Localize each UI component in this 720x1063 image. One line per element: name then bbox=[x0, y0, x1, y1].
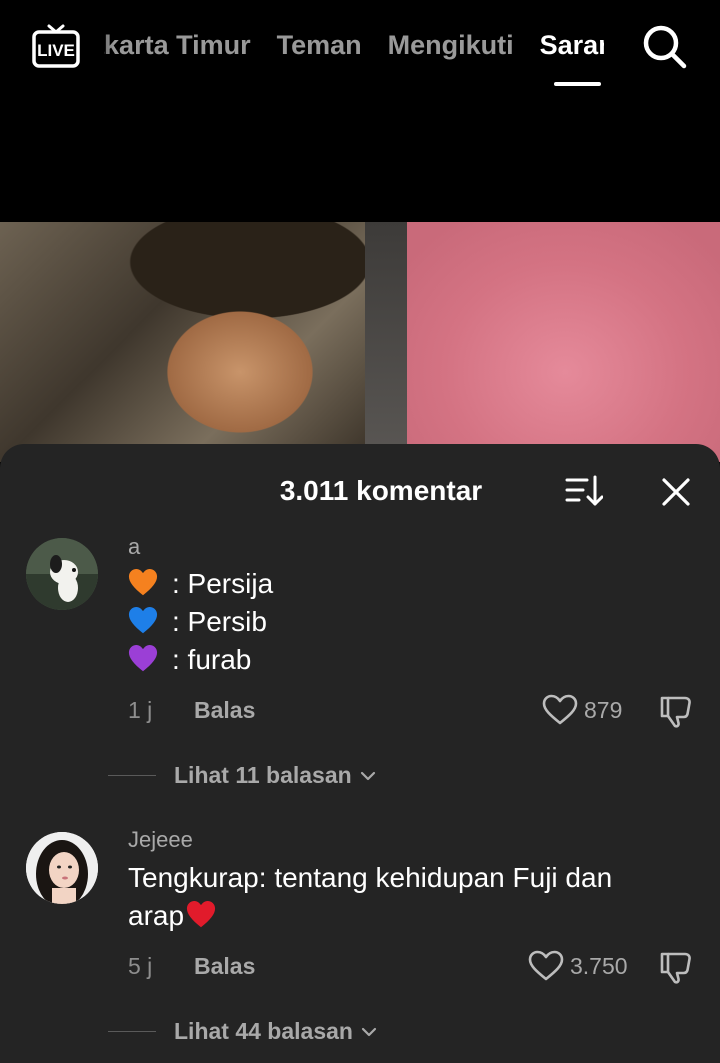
reply-button[interactable]: Balas bbox=[194, 953, 255, 980]
top-navigation: LIVE Jakarta Timur Teman Mengikuti Saran bbox=[0, 0, 720, 222]
comments-sheet: 3.011 komentar a : Persija: Persib: fu… bbox=[0, 444, 720, 1063]
tab-mengikuti[interactable]: Mengikuti bbox=[388, 30, 514, 61]
comment-username[interactable]: a bbox=[128, 534, 140, 560]
comments-count-title: 3.011 komentar bbox=[279, 475, 483, 506]
live-label: LIVE bbox=[37, 41, 75, 60]
avatar[interactable] bbox=[26, 538, 98, 610]
comment-line: Tengkurap: tentang kehidupan Fuji dan bbox=[128, 862, 613, 893]
view-replies-label: Lihat 11 balasan bbox=[174, 762, 352, 788]
dislike-icon[interactable] bbox=[658, 950, 694, 986]
red-heart-icon bbox=[186, 900, 216, 928]
divider bbox=[108, 1031, 156, 1032]
purple-heart-icon bbox=[128, 644, 158, 672]
comment-line-text: arap bbox=[128, 900, 185, 931]
comment-time: 1 j bbox=[128, 697, 153, 723]
search-icon[interactable] bbox=[640, 22, 688, 70]
comment-line: : furab bbox=[128, 641, 688, 679]
comment-line-text: : furab bbox=[172, 644, 252, 675]
comment-line: : Persib bbox=[128, 603, 688, 641]
comment-line-text: : Persija bbox=[172, 568, 274, 599]
comment-line: : Persija bbox=[128, 565, 688, 603]
video-frame-right bbox=[365, 222, 720, 462]
chevron-down-icon bbox=[360, 771, 375, 780]
reply-button[interactable]: Balas bbox=[194, 697, 255, 724]
divider bbox=[108, 775, 156, 776]
avatar[interactable] bbox=[26, 832, 98, 904]
comment-username[interactable]: Jejeee bbox=[128, 827, 193, 853]
video-preview[interactable] bbox=[0, 222, 720, 462]
feed-tabs: Jakarta Timur Teman Mengikuti Saran bbox=[104, 20, 604, 100]
chevron-down-icon bbox=[361, 1027, 377, 1036]
view-replies-button[interactable]: Lihat 44 balasan bbox=[108, 1018, 377, 1045]
comment-text: Tengkurap: tentang kehidupan Fuji dan ar… bbox=[128, 859, 688, 935]
tab-jakarta-timur[interactable]: Jakarta Timur bbox=[104, 30, 251, 61]
heart-outline-icon bbox=[542, 694, 578, 725]
orange-heart-icon bbox=[128, 568, 158, 596]
like-count: 879 bbox=[584, 696, 623, 723]
comment-time: 5 j bbox=[128, 953, 153, 979]
sort-icon[interactable] bbox=[565, 474, 603, 508]
like-button[interactable]: 3.750 bbox=[528, 950, 628, 982]
comment-line: arap bbox=[128, 897, 688, 935]
tab-saran[interactable]: Saran bbox=[540, 30, 604, 86]
live-icon[interactable]: LIVE bbox=[32, 22, 80, 70]
heart-outline-icon bbox=[528, 950, 564, 981]
dislike-icon[interactable] bbox=[658, 694, 694, 730]
close-icon[interactable] bbox=[660, 476, 692, 508]
comment-text: : Persija : Persib : furab bbox=[128, 565, 688, 679]
video-frame-divider bbox=[365, 222, 407, 462]
like-button[interactable]: 879 bbox=[542, 694, 622, 726]
blue-heart-icon bbox=[128, 606, 158, 634]
comment-line-text: : Persib bbox=[172, 606, 267, 637]
view-replies-label: Lihat 44 balasan bbox=[174, 1018, 353, 1044]
video-frame-left bbox=[0, 222, 365, 462]
view-replies-button[interactable]: Lihat 11 balasan bbox=[108, 762, 376, 789]
tab-teman[interactable]: Teman bbox=[277, 30, 362, 61]
like-count: 3.750 bbox=[570, 952, 628, 979]
